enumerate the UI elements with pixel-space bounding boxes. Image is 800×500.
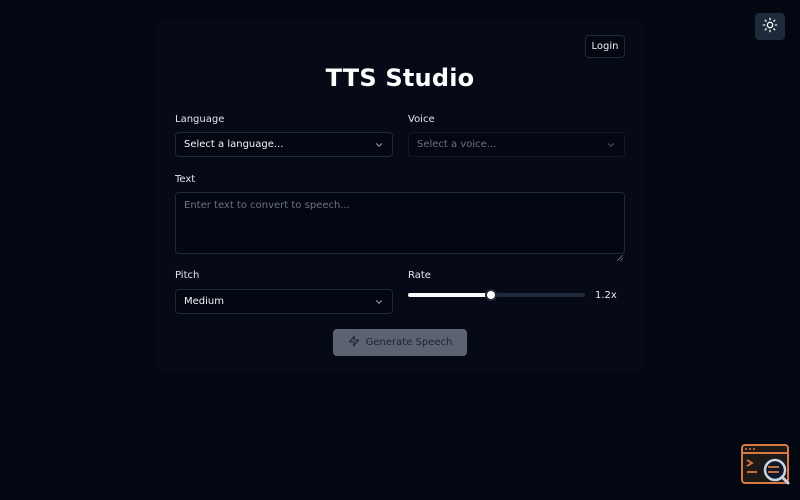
- rate-slider-fill: [408, 293, 492, 297]
- rate-slider[interactable]: [408, 289, 585, 301]
- login-button[interactable]: Login: [585, 35, 625, 58]
- text-label: Text: [175, 174, 196, 185]
- zap-icon: [348, 335, 360, 350]
- theme-toggle-button[interactable]: [755, 13, 785, 40]
- voice-select[interactable]: Select a voice...: [408, 132, 625, 157]
- terminal-search-icon[interactable]: [741, 444, 791, 486]
- chevron-down-icon: [374, 297, 384, 307]
- page: Login TTS Studio Language Select a langu…: [0, 0, 800, 500]
- voice-label: Voice: [408, 114, 435, 125]
- language-select-value: Select a language...: [184, 139, 284, 150]
- pitch-label: Pitch: [175, 270, 200, 281]
- language-label: Language: [175, 114, 225, 125]
- generate-speech-label: Generate Speech: [365, 337, 453, 348]
- rate-slider-thumb[interactable]: [485, 289, 498, 301]
- sun-icon: [762, 17, 778, 37]
- pitch-select-value: Medium: [184, 296, 224, 307]
- rate-value: 1.2x: [595, 290, 617, 301]
- generate-speech-button[interactable]: Generate Speech: [333, 329, 467, 356]
- rate-label: Rate: [408, 270, 431, 281]
- chevron-down-icon: [606, 140, 616, 150]
- text-input[interactable]: [175, 192, 625, 254]
- pitch-select[interactable]: Medium: [175, 289, 393, 314]
- voice-select-placeholder: Select a voice...: [417, 139, 497, 150]
- chevron-down-icon: [374, 140, 384, 150]
- language-select[interactable]: Select a language...: [175, 132, 393, 157]
- resize-grip-icon[interactable]: [616, 246, 624, 262]
- page-title: TTS Studio: [325, 64, 475, 92]
